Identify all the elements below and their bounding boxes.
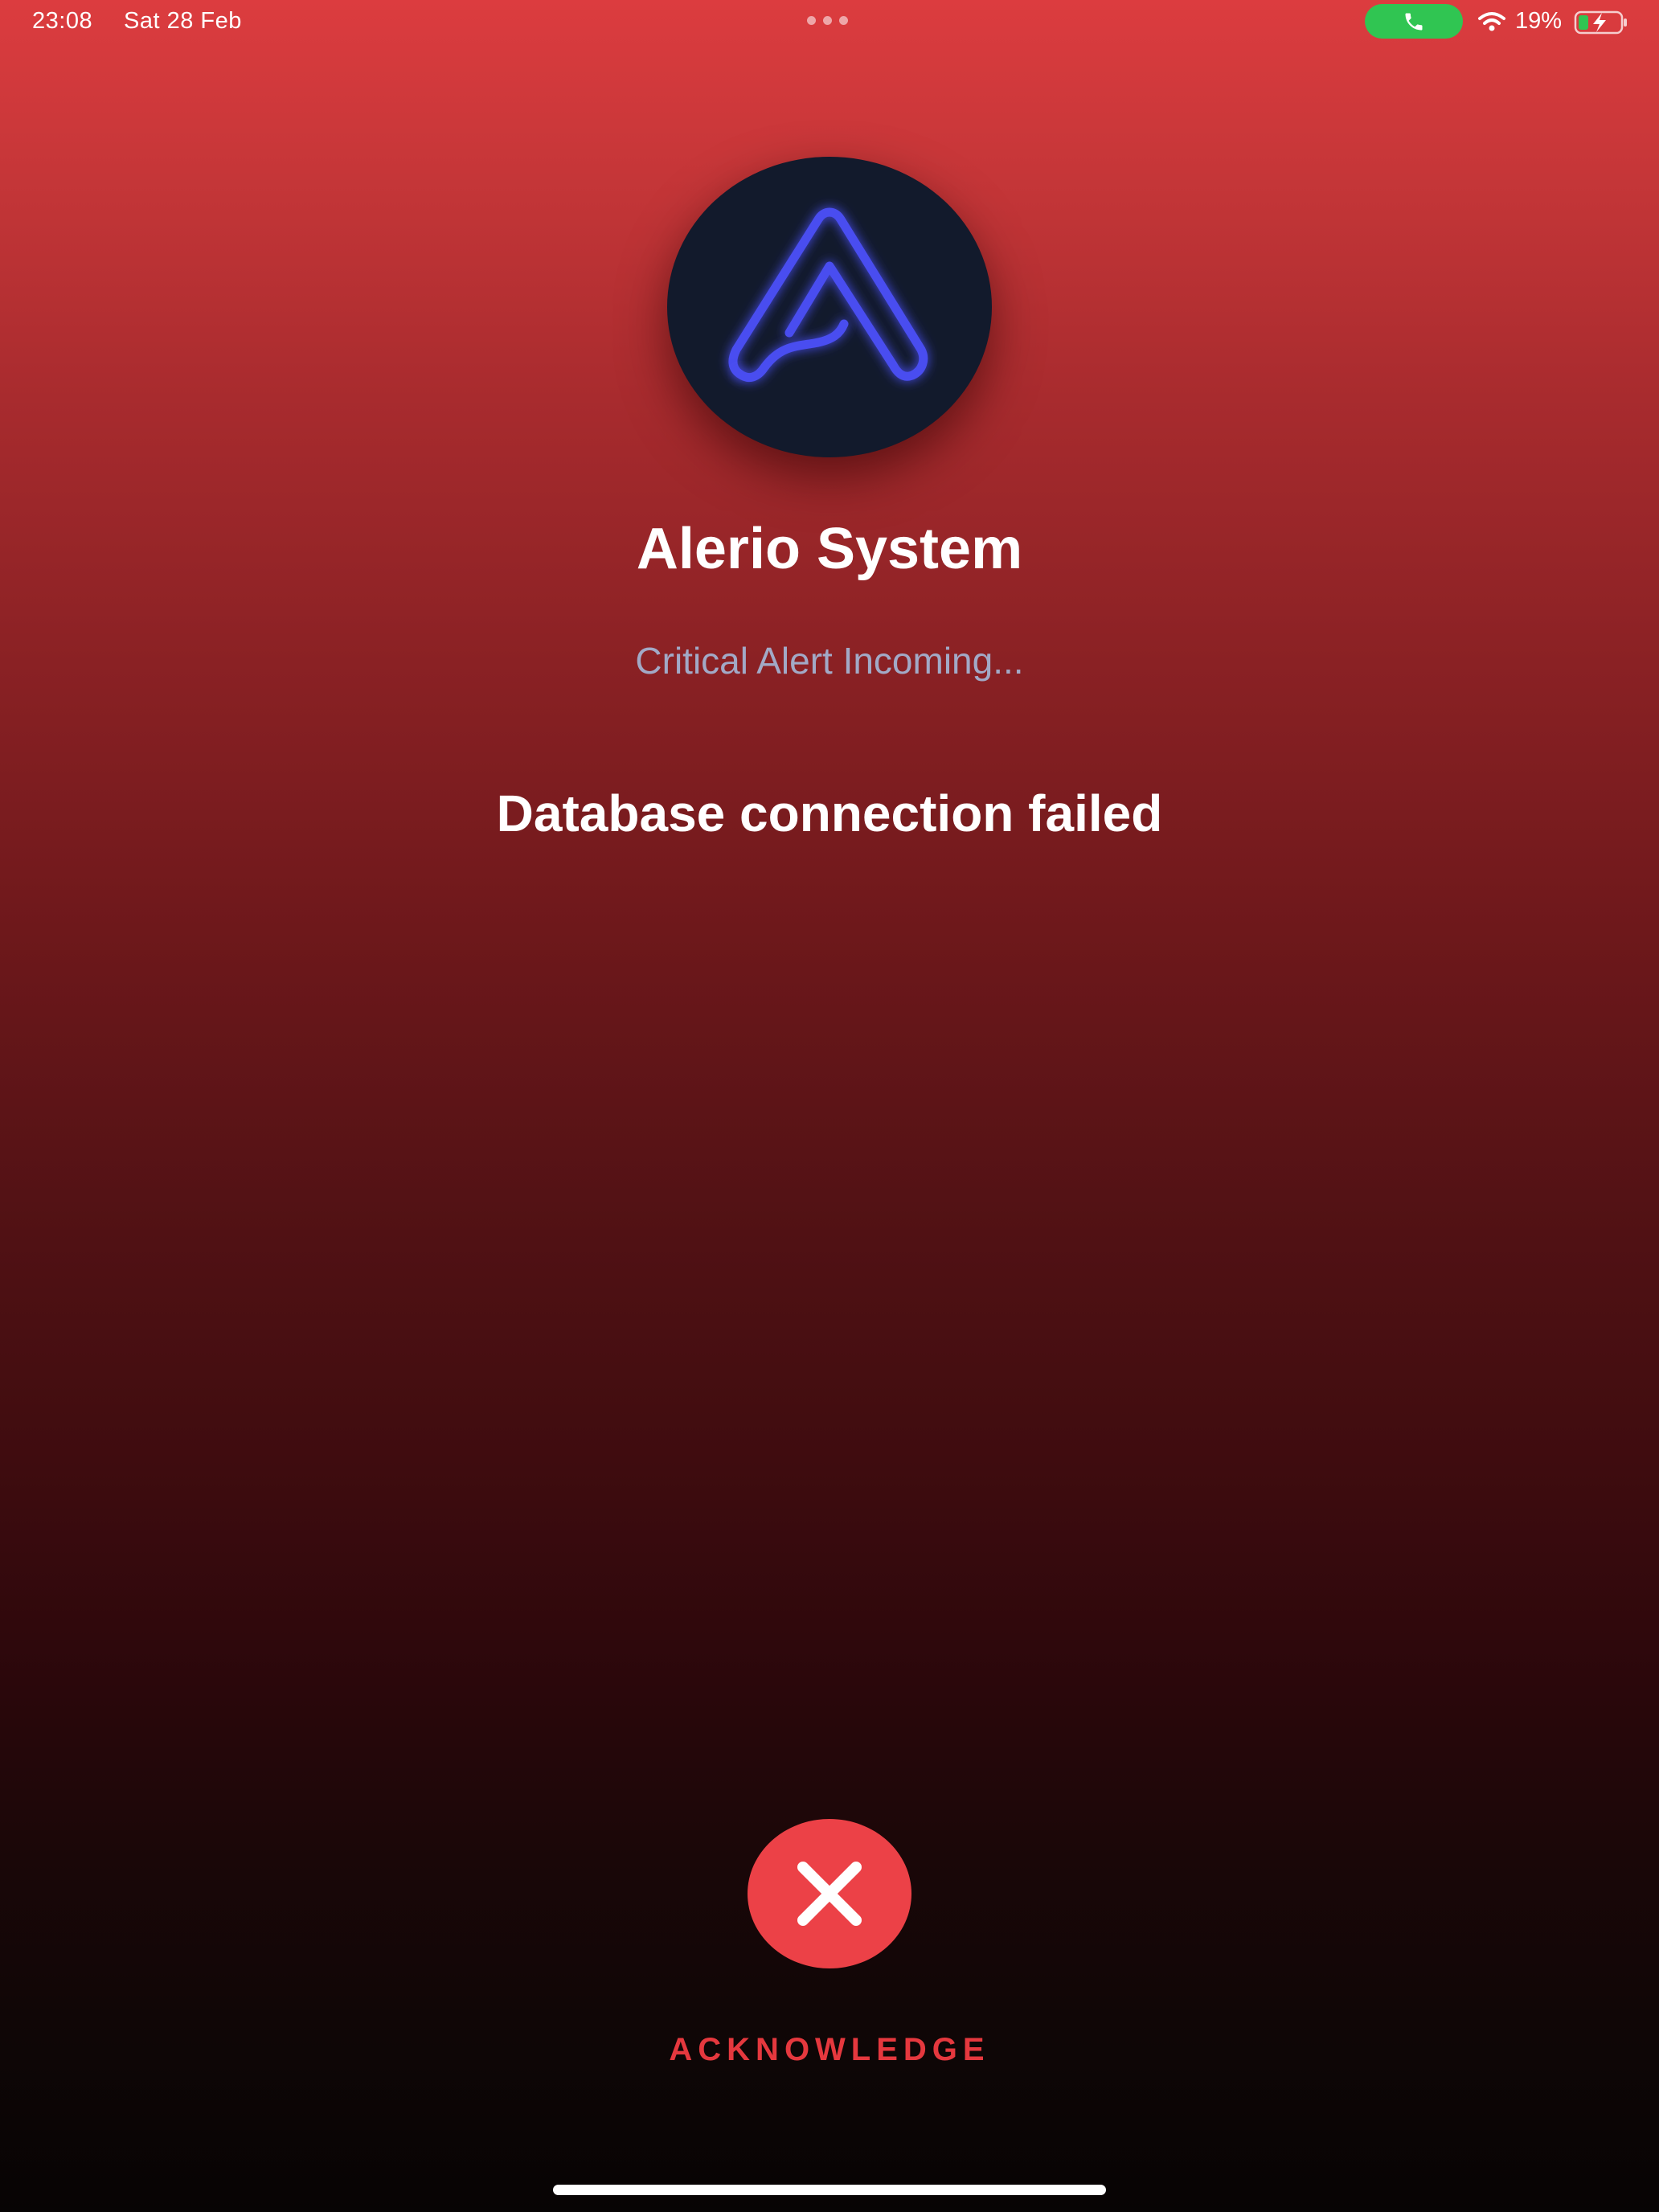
home-indicator[interactable]	[553, 2185, 1106, 2195]
close-icon	[797, 1862, 862, 1926]
status-bar: 23:08 Sat 28 Feb 19%	[0, 0, 1659, 45]
alert-message: Database connection failed	[496, 784, 1163, 842]
wifi-icon	[1478, 12, 1505, 31]
alerio-logo-icon	[728, 207, 928, 383]
status-time: 23:08	[32, 8, 93, 34]
battery-percentage: 19%	[1515, 8, 1563, 34]
status-date: Sat 28 Feb	[124, 8, 242, 34]
active-call-indicator[interactable]	[1365, 4, 1463, 39]
acknowledge-label[interactable]: ACKNOWLEDGE	[0, 2032, 1659, 2068]
multitasking-dots-icon[interactable]	[807, 16, 852, 26]
app-title: Alerio System	[636, 517, 1023, 581]
alert-status-text: Critical Alert Incoming...	[635, 640, 1024, 682]
alerio-logo	[667, 157, 992, 457]
acknowledge-button[interactable]	[748, 1819, 911, 1968]
phone-icon	[1405, 13, 1423, 31]
battery-charging-icon	[1574, 10, 1627, 35]
